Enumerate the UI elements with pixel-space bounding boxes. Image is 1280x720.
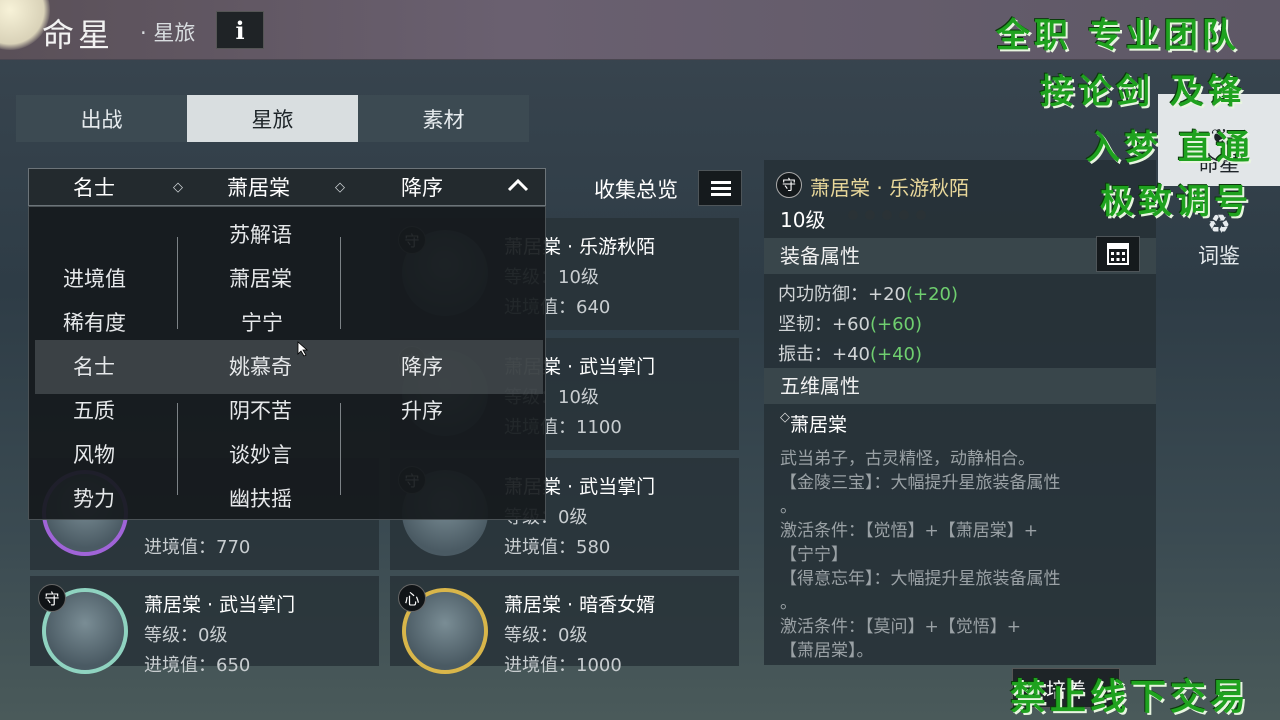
- scroll-divider: [340, 403, 341, 495]
- list-view-button[interactable]: [698, 170, 742, 206]
- dropdown-option[interactable]: 苏解语: [229, 219, 292, 249]
- filter-dropdown: 进境值 稀有度 名士 五质 风物 势力 苏解语 萧居棠 宁宁 姚慕奇 阴不苦 谈…: [28, 206, 546, 520]
- dropdown-option[interactable]: 姚慕奇: [229, 351, 292, 381]
- watermark-text: 入梦 直通: [1086, 128, 1254, 168]
- description-line: 激活条件：【觉悟】+【萧居棠】+: [780, 521, 1038, 541]
- card-level: 等级：0级: [504, 625, 588, 646]
- stat-bonus: (+40): [870, 344, 923, 365]
- description-line: 【萧居棠】。: [780, 641, 874, 661]
- detail-panel: 守 萧居棠 · 乐游秋陌 10级 装备属性 内功防御：+20(+20) 坚韧：+…: [764, 160, 1156, 665]
- description-line: 【得意忘年】：大幅提升星旅装备属性: [780, 569, 1061, 589]
- filter-order[interactable]: 降序: [401, 172, 443, 202]
- dropdown-option[interactable]: 势力: [73, 483, 115, 513]
- dropdown-option[interactable]: 名士: [73, 351, 115, 381]
- character-name: 萧居棠: [790, 414, 848, 436]
- detail-title: 萧居棠 · 乐游秋陌: [810, 176, 970, 200]
- info-button[interactable]: i: [216, 11, 264, 49]
- tab-battle[interactable]: 出战: [16, 95, 187, 142]
- tab-bar: 出战 星旅 素材: [16, 95, 529, 142]
- star-rating: [848, 210, 926, 220]
- mouse-cursor-icon: [297, 341, 309, 357]
- dropdown-option[interactable]: 阴不苦: [229, 395, 292, 425]
- card-level: 等级：0级: [144, 625, 228, 646]
- section-heading: 五维属性: [764, 368, 1156, 404]
- detail-level: 10级: [780, 208, 826, 232]
- stat-value: 内功防御：+20: [778, 284, 906, 305]
- dropdown-option[interactable]: 稀有度: [63, 307, 126, 337]
- stat-line: 坚韧：+60(+60): [778, 310, 922, 336]
- stat-line: 内功防御：+20(+20): [778, 280, 958, 306]
- dropdown-option[interactable]: 谈妙言: [229, 439, 292, 469]
- heart-badge-icon: 心: [398, 584, 426, 612]
- description-line: 。: [780, 497, 797, 517]
- watermark-text: 极致调号: [1100, 182, 1252, 222]
- watermark-text: 禁止线下交易: [1010, 676, 1251, 718]
- list-item[interactable]: 守 萧居棠 · 武当掌门 等级：0级 进境值：650: [30, 576, 379, 676]
- dropdown-option[interactable]: 升序: [401, 395, 443, 425]
- guard-badge-icon: 守: [776, 172, 802, 198]
- description-line: 【金陵三宝】：大幅提升星旅装备属性: [780, 473, 1061, 493]
- filter-character[interactable]: 萧居棠: [227, 172, 290, 202]
- dropdown-option[interactable]: 进境值: [63, 263, 126, 293]
- collection-overview-label: 收集总览: [594, 178, 678, 202]
- card-progress: 进境值：580: [504, 537, 611, 558]
- watermark-text: 接论剑 及锋: [1040, 72, 1246, 112]
- card-progress: 进境值：650: [144, 655, 251, 676]
- filter-bar: 名士 ◇ 萧居棠 ◇ 降序: [28, 168, 546, 206]
- scroll-divider: [340, 237, 341, 329]
- calculator-button[interactable]: [1096, 236, 1140, 272]
- card-progress: 进境值：770: [144, 537, 251, 558]
- description-line: 激活条件：【莫问】+【觉悟】+: [780, 617, 1021, 637]
- side-tab-label: 词鉴: [1198, 244, 1240, 268]
- card-name: 萧居棠 · 武当掌门: [144, 594, 296, 616]
- dropdown-option[interactable]: 幽扶摇: [229, 483, 292, 513]
- stat-bonus: (+20): [906, 284, 959, 305]
- stat-value: 坚韧：+60: [778, 314, 870, 335]
- filter-category[interactable]: 名士: [73, 172, 115, 202]
- page-subtitle: · 星旅: [140, 21, 196, 45]
- dropdown-option[interactable]: 五质: [73, 395, 115, 425]
- dropdown-option[interactable]: 降序: [401, 351, 443, 381]
- card-progress: 进境值：1000: [504, 655, 622, 676]
- scroll-divider: [177, 403, 178, 495]
- guard-badge-icon: 守: [38, 584, 66, 612]
- diamond-icon: ◇: [780, 410, 790, 425]
- page-title: 命星: [42, 16, 115, 54]
- dropdown-option[interactable]: 萧居棠: [229, 263, 292, 293]
- card-name: 萧居棠 · 暗香女婿: [504, 594, 656, 616]
- scroll-divider: [177, 237, 178, 329]
- dropdown-option[interactable]: 宁宁: [241, 307, 283, 337]
- list-item[interactable]: 心 萧居棠 · 暗香女婿 等级：0级 进境值：1000: [390, 576, 739, 676]
- description-line: 武当弟子，古灵精怪，动静相合。: [780, 449, 1035, 469]
- diamond-icon: ◇: [335, 179, 345, 195]
- dropdown-option[interactable]: 风物: [73, 439, 115, 469]
- stat-value: 振击：+40: [778, 344, 870, 365]
- watermark-text: 全职 专业团队: [996, 16, 1240, 56]
- diamond-icon: ◇: [173, 179, 183, 195]
- chevron-up-icon[interactable]: [507, 177, 529, 193]
- description-line: 。: [780, 593, 797, 613]
- tab-materials[interactable]: 素材: [358, 95, 529, 142]
- stat-line: 振击：+40(+40): [778, 340, 922, 366]
- stat-bonus: (+60): [870, 314, 923, 335]
- tab-journey[interactable]: 星旅: [187, 95, 358, 142]
- description-line: 【宁宁】: [780, 545, 848, 565]
